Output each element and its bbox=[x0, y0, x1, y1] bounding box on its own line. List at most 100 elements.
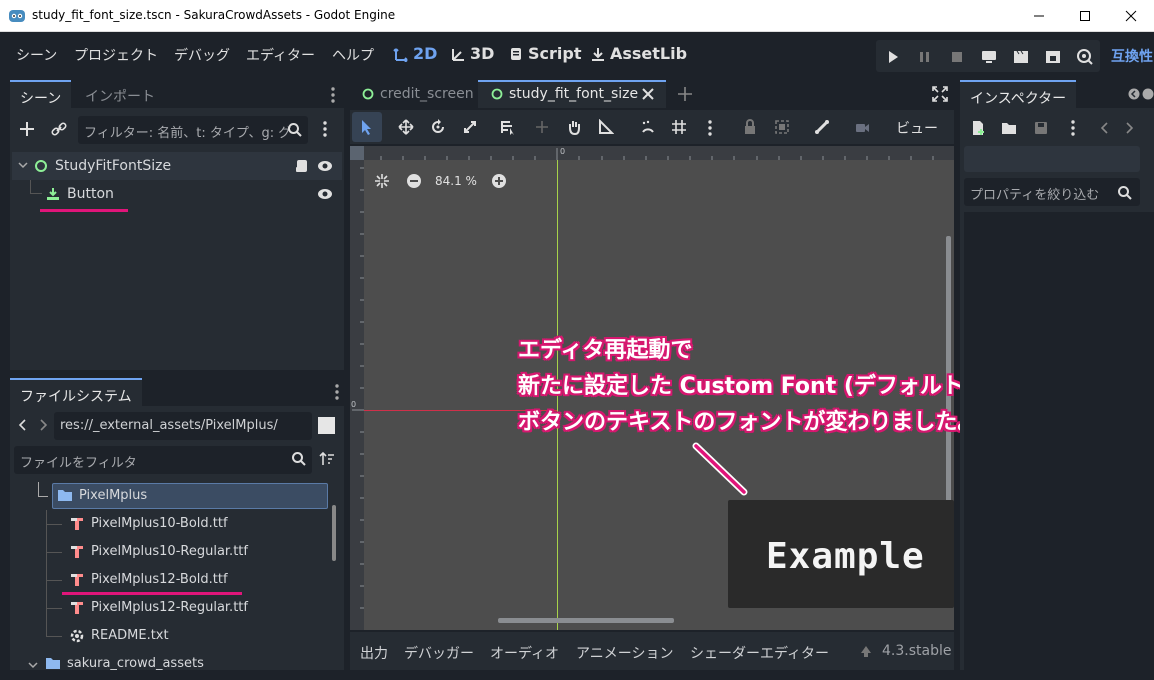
dock-menu-icon[interactable] bbox=[330, 86, 336, 104]
file-item[interactable]: README.txt bbox=[91, 628, 169, 643]
viewport-hscrollbar[interactable] bbox=[498, 618, 674, 623]
filesystem-scrollbar[interactable] bbox=[332, 505, 336, 561]
movie-icon bbox=[1077, 49, 1093, 65]
clapper-custom-icon bbox=[1046, 51, 1060, 63]
visibility-eye-icon[interactable] bbox=[316, 158, 334, 174]
remote-debug-button[interactable] bbox=[980, 48, 998, 66]
split-mode-icon[interactable] bbox=[318, 417, 335, 434]
godot-logo-icon bbox=[8, 7, 26, 25]
tab-import[interactable]: インポート bbox=[75, 80, 165, 108]
visibility-eye-icon[interactable] bbox=[316, 186, 334, 202]
scene-options-icon[interactable] bbox=[322, 120, 328, 138]
tree-guide-line bbox=[30, 193, 42, 194]
tree-guide-line bbox=[46, 636, 62, 637]
bottom-tab-output[interactable]: 出力 bbox=[360, 643, 388, 663]
text-file-icon bbox=[69, 628, 85, 644]
pivot-tool-icon[interactable] bbox=[534, 119, 550, 135]
bottom-tab-shader-editor[interactable]: シェーダーエディター bbox=[690, 643, 829, 663]
new-resource-icon[interactable] bbox=[970, 120, 986, 136]
save-icon[interactable] bbox=[1033, 120, 1049, 136]
move-tool-icon[interactable] bbox=[398, 119, 414, 135]
minimize-button[interactable] bbox=[1016, 0, 1062, 32]
file-item[interactable]: PixelMplus10-Bold.ttf bbox=[91, 516, 228, 531]
workspace-assetlib-button[interactable]: AssetLib bbox=[590, 44, 687, 63]
dock-next-icon[interactable] bbox=[1142, 88, 1154, 100]
snap-options-icon[interactable] bbox=[707, 119, 713, 137]
workspace-script-button[interactable]: Script bbox=[508, 44, 581, 63]
tab-filesystem[interactable]: ファイルシステム bbox=[10, 378, 142, 406]
lock-icon[interactable] bbox=[742, 119, 758, 135]
rotate-tool-icon[interactable] bbox=[430, 119, 446, 135]
sort-icon[interactable] bbox=[319, 451, 335, 467]
scene-filter-input[interactable]: フィルター: 名前、t: タイプ、g: グ bbox=[78, 116, 308, 144]
history-back-icon[interactable] bbox=[1100, 121, 1110, 135]
ruler-tool-icon[interactable] bbox=[598, 119, 614, 135]
center-view-icon[interactable] bbox=[374, 173, 390, 189]
maximize-button[interactable] bbox=[1062, 0, 1108, 32]
view-menu-button[interactable]: ビュー bbox=[896, 118, 938, 138]
play-custom-scene-button[interactable] bbox=[1044, 48, 1062, 66]
play-button[interactable] bbox=[884, 48, 902, 66]
close-tab-icon[interactable] bbox=[641, 87, 655, 101]
dock-prev-icon[interactable] bbox=[1128, 88, 1140, 100]
select-tool-button[interactable] bbox=[352, 112, 382, 142]
property-filter-input[interactable]: プロパティを絞り込む bbox=[964, 178, 1140, 206]
smart-snap-icon[interactable] bbox=[640, 119, 656, 135]
3d-icon bbox=[452, 48, 464, 61]
list-select-icon[interactable] bbox=[500, 119, 516, 135]
movie-maker-button[interactable] bbox=[1076, 48, 1094, 66]
close-window-button[interactable] bbox=[1108, 0, 1154, 32]
file-item[interactable]: PixelMplus10-Regular.ttf bbox=[91, 544, 248, 559]
inspector-options-icon[interactable] bbox=[1070, 119, 1076, 137]
menu-editor[interactable]: エディター bbox=[246, 45, 315, 65]
object-history-field[interactable] bbox=[964, 146, 1140, 172]
play-scene-button[interactable] bbox=[1012, 48, 1030, 66]
stop-button[interactable] bbox=[948, 48, 966, 66]
pan-tool-icon[interactable] bbox=[566, 119, 582, 135]
tree-node-root[interactable]: StudyFitFontSize bbox=[55, 158, 171, 174]
camera-override-icon[interactable] bbox=[854, 119, 870, 135]
back-arrow-icon[interactable] bbox=[18, 418, 28, 432]
version-label: 4.3.stable bbox=[882, 643, 952, 659]
dock-menu-icon[interactable] bbox=[334, 383, 340, 401]
grid-snap-icon[interactable] bbox=[671, 119, 687, 135]
tab-credit-screen[interactable]: credit_screen bbox=[380, 86, 474, 102]
menu-debug[interactable]: デバッグ bbox=[174, 45, 230, 65]
file-item[interactable]: PixelMplus12-Regular.ttf bbox=[91, 600, 248, 615]
add-node-icon[interactable] bbox=[18, 120, 36, 138]
font-file-icon bbox=[69, 544, 85, 560]
group-icon[interactable] bbox=[774, 119, 790, 135]
skeleton-bone-icon[interactable] bbox=[814, 119, 830, 135]
bottom-tab-animation[interactable]: アニメーション bbox=[576, 643, 673, 663]
scale-tool-icon[interactable] bbox=[462, 119, 478, 135]
file-filter-input[interactable]: ファイルをフィルタ bbox=[14, 446, 312, 474]
collapse-arrow-icon[interactable] bbox=[28, 660, 38, 670]
forward-arrow-icon[interactable] bbox=[38, 418, 48, 432]
workspace-2d-button[interactable]: 2D bbox=[393, 44, 437, 63]
pause-button[interactable] bbox=[916, 48, 934, 66]
tab-inspector[interactable]: インスペクター bbox=[960, 80, 1077, 108]
bottom-tab-debugger[interactable]: デバッガー bbox=[404, 643, 474, 663]
file-item[interactable]: PixelMplus12-Bold.ttf bbox=[91, 572, 228, 587]
tab-scene[interactable]: シーン bbox=[10, 80, 72, 108]
bottom-tab-audio[interactable]: オーディオ bbox=[490, 643, 559, 663]
link-icon[interactable] bbox=[50, 120, 68, 138]
filesystem-path-input[interactable]: res://_external_assets/PixelMplus/ bbox=[54, 412, 312, 440]
menu-project[interactable]: プロジェクト bbox=[74, 45, 158, 65]
distraction-free-icon[interactable] bbox=[932, 86, 948, 102]
workspace-3d-button[interactable]: 3D bbox=[450, 44, 494, 63]
menu-help[interactable]: ヘルプ bbox=[332, 45, 374, 65]
script-attached-icon[interactable] bbox=[294, 158, 310, 174]
add-tab-icon[interactable] bbox=[677, 86, 693, 102]
zoom-level-button[interactable]: 84.1 % bbox=[435, 174, 477, 188]
history-forward-icon[interactable] bbox=[1124, 121, 1134, 135]
folder-sakura-crowd-assets[interactable]: sakura_crowd_assets bbox=[67, 656, 204, 671]
renderer-compat-label[interactable]: 互換性 bbox=[1111, 46, 1153, 66]
zoom-in-icon[interactable] bbox=[491, 173, 507, 189]
zoom-out-icon[interactable] bbox=[406, 173, 422, 189]
search-icon bbox=[287, 122, 303, 138]
tree-node-button[interactable]: Button bbox=[67, 186, 114, 202]
menu-scene[interactable]: シーン bbox=[16, 45, 57, 65]
open-folder-icon[interactable] bbox=[1001, 120, 1017, 136]
collapse-arrow-icon[interactable] bbox=[18, 160, 28, 170]
